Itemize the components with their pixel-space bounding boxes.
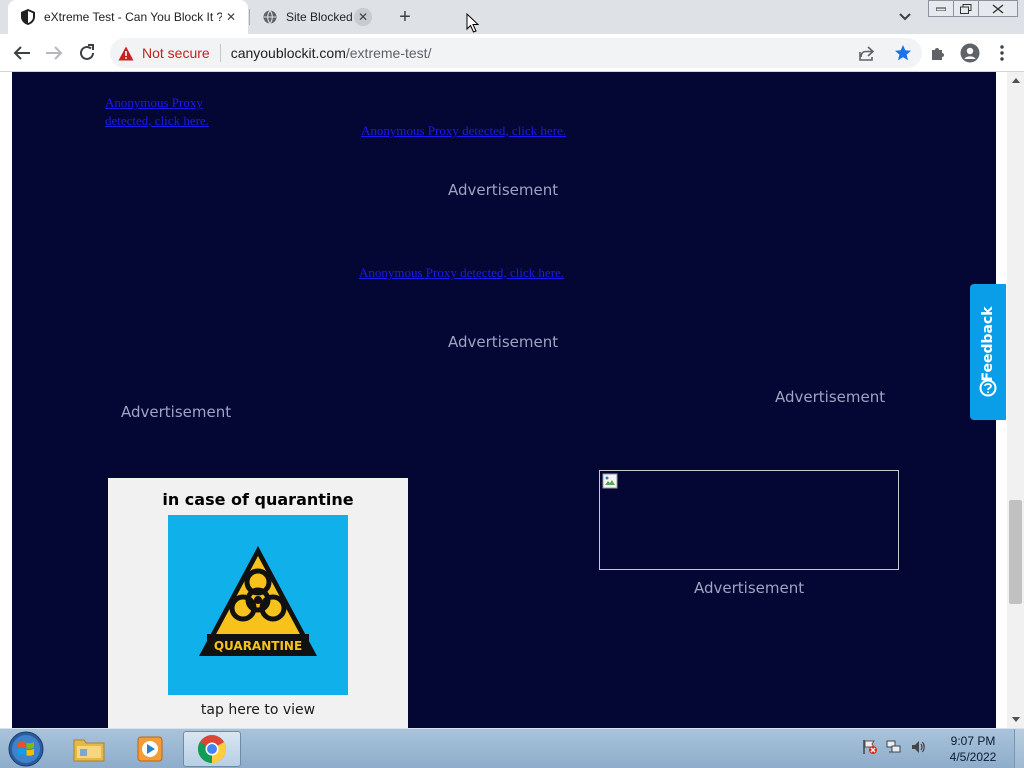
restore-button[interactable] <box>953 0 979 17</box>
broken-ad-image[interactable] <box>599 470 899 570</box>
scrollbar-thumb[interactable] <box>1009 500 1022 604</box>
page-content: Anonymous Proxy detected, click here. An… <box>12 72 996 728</box>
reload-button[interactable] <box>76 43 98 63</box>
mouse-cursor-icon <box>466 13 479 33</box>
taskbar-chrome[interactable] <box>183 731 241 767</box>
advertisement-label: Advertisement <box>448 333 559 351</box>
profile-avatar-icon[interactable] <box>960 43 980 63</box>
windows-taskbar: 9:07 PM 4/5/2022 <box>0 728 1024 768</box>
network-icon[interactable] <box>886 739 902 760</box>
address-bar-actions <box>858 44 912 65</box>
feedback-chat-icon <box>979 379 997 397</box>
back-button[interactable] <box>11 43 33 63</box>
proxy-detected-link[interactable]: Anonymous Proxy detected, click here. <box>359 264 564 282</box>
security-status[interactable]: Not secure <box>142 45 210 61</box>
close-icon[interactable]: ✕ <box>222 8 240 26</box>
quarantine-ad[interactable]: in case of quarantine QUARANTINE tap her… <box>108 478 408 728</box>
proxy-detected-link[interactable]: Anonymous Proxy detected, click here. <box>105 94 237 130</box>
chrome-icon <box>198 735 226 763</box>
show-desktop-button[interactable] <box>1014 729 1024 768</box>
system-tray <box>862 729 926 768</box>
quarantine-caption[interactable]: tap here to view <box>108 702 408 718</box>
media-player-icon <box>137 736 163 762</box>
taskbar-explorer[interactable] <box>60 731 118 767</box>
chevron-down-icon[interactable] <box>896 9 914 25</box>
browser-toolbar: Not secure canyoublockit.com/extreme-tes… <box>0 34 1024 72</box>
tab-title: Site Blocked <box>286 10 353 24</box>
tab-title: eXtreme Test - Can You Block It ? <box>44 10 222 24</box>
taskbar-clock[interactable]: 9:07 PM 4/5/2022 <box>940 733 1006 765</box>
tab-strip: eXtreme Test - Can You Block It ? ✕ Site… <box>0 0 1024 34</box>
extensions-icon[interactable] <box>928 43 948 63</box>
close-icon[interactable]: ✕ <box>354 8 372 26</box>
broken-image-icon <box>602 473 618 489</box>
folder-icon <box>73 739 105 762</box>
advertisement-label: Advertisement <box>775 388 886 406</box>
globe-icon <box>262 9 278 25</box>
clock-date: 4/5/2022 <box>949 750 997 764</box>
advertisement-label: Advertisement <box>694 579 805 597</box>
quarantine-sign-text: QUARANTINE <box>214 639 302 653</box>
biohazard-icon: QUARANTINE <box>199 546 317 656</box>
page-viewport: Anonymous Proxy detected, click here. An… <box>0 72 1024 728</box>
close-window-button[interactable] <box>978 0 1018 17</box>
url-host: canyoublockit.com <box>230 45 346 61</box>
share-icon[interactable] <box>858 44 876 65</box>
shield-icon <box>20 9 36 25</box>
forward-button[interactable] <box>43 43 65 63</box>
advertisement-label: Advertisement <box>121 403 232 421</box>
scroll-down-arrow-icon[interactable] <box>1007 711 1024 728</box>
tab-extreme-test[interactable]: eXtreme Test - Can You Block It ? ✕ <box>8 0 248 34</box>
proxy-detected-link[interactable]: Anonymous Proxy detected, click here. <box>361 122 566 140</box>
feedback-button[interactable]: Feedback <box>970 284 1006 420</box>
start-button[interactable] <box>6 731 46 767</box>
url-path: /extreme-test/ <box>345 45 432 61</box>
vertical-scrollbar[interactable] <box>1007 72 1024 728</box>
window-controls <box>928 0 1018 18</box>
advertisement-label: Advertisement <box>448 181 559 199</box>
tab-site-blocked[interactable]: Site Blocked ✕ <box>250 0 380 34</box>
action-center-flag-icon[interactable] <box>862 739 878 760</box>
address-separator <box>219 44 221 62</box>
scroll-up-arrow-icon[interactable] <box>1007 72 1024 89</box>
bookmark-star-icon[interactable] <box>894 44 912 65</box>
minimize-button[interactable] <box>928 0 954 17</box>
volume-icon[interactable] <box>910 739 926 760</box>
biohazard-sign-image[interactable]: QUARANTINE <box>168 515 348 695</box>
clock-time: 9:07 PM <box>950 734 996 748</box>
warning-icon[interactable] <box>118 45 134 61</box>
new-tab-button[interactable]: + <box>395 7 415 27</box>
quarantine-title: in case of quarantine <box>162 490 354 509</box>
feedback-label: Feedback <box>980 306 996 382</box>
windows-logo-icon <box>8 731 44 767</box>
taskbar-media-player[interactable] <box>121 731 179 767</box>
address-bar[interactable]: Not secure canyoublockit.com/extreme-tes… <box>110 38 922 68</box>
menu-kebab-icon[interactable] <box>992 43 1012 63</box>
